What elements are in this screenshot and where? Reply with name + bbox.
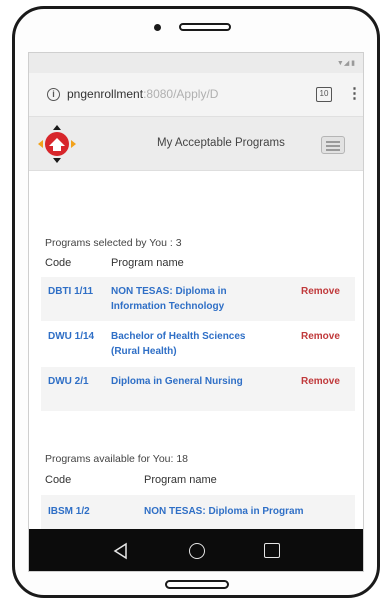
selected-code-header: Code bbox=[45, 257, 72, 269]
phone-screen: ▼◢ ▮ i pngenrollment:8080/Apply/D 10 ⋮ M… bbox=[28, 52, 364, 572]
selected-programs-heading: Programs selected by You : 3 bbox=[45, 237, 182, 249]
status-icons: ▼◢ ▮ bbox=[336, 60, 355, 67]
available-name-header: Program name bbox=[144, 474, 217, 486]
page-title: My Acceptable Programs bbox=[157, 137, 285, 149]
android-nav-bar bbox=[29, 529, 363, 571]
available-code-header: Code bbox=[45, 474, 72, 486]
program-name-link[interactable]: Bachelor of Health Sciences (Rural Healt… bbox=[111, 329, 271, 359]
earpiece-speaker bbox=[179, 23, 231, 31]
program-code-link[interactable]: DWU 2/1 bbox=[48, 374, 98, 389]
program-name-link[interactable]: NON TESAS: Diploma in Information Techno… bbox=[111, 284, 271, 314]
remove-button[interactable]: Remove bbox=[301, 374, 340, 389]
available-row: IBSM 1/2 NON TESAS: Diploma in Program bbox=[41, 495, 355, 529]
hamburger-menu-icon[interactable] bbox=[321, 136, 345, 154]
status-bar: ▼◢ ▮ bbox=[29, 53, 363, 73]
program-code-link[interactable]: DWU 1/14 bbox=[48, 329, 98, 344]
url-text[interactable]: pngenrollment:8080/Apply/D bbox=[67, 87, 297, 101]
phone-frame: ▼◢ ▮ i pngenrollment:8080/Apply/D 10 ⋮ M… bbox=[12, 6, 380, 598]
program-code-link[interactable]: IBSM 1/2 bbox=[48, 504, 128, 519]
front-camera bbox=[154, 24, 161, 31]
home-icon[interactable] bbox=[189, 543, 205, 559]
selected-row: DBTI 1/11 NON TESAS: Diploma in Informat… bbox=[41, 277, 355, 321]
selected-row: DWU 2/1 Diploma in General Nursing Remov… bbox=[41, 367, 355, 411]
url-host: pngenrollment bbox=[67, 87, 144, 101]
recent-apps-icon[interactable] bbox=[264, 543, 280, 558]
app-logo[interactable] bbox=[37, 124, 77, 164]
program-name-link[interactable]: Diploma in General Nursing bbox=[111, 374, 301, 389]
available-programs-heading: Programs available for You: 18 bbox=[45, 453, 189, 465]
remove-button[interactable]: Remove bbox=[301, 329, 340, 344]
info-icon[interactable]: i bbox=[47, 88, 60, 101]
selected-row: DWU 1/14 Bachelor of Health Sciences (Ru… bbox=[41, 323, 355, 365]
back-icon[interactable] bbox=[111, 541, 131, 561]
selected-name-header: Program name bbox=[111, 257, 184, 269]
program-name-link[interactable]: NON TESAS: Diploma in Program bbox=[144, 504, 354, 519]
home-button[interactable] bbox=[165, 580, 229, 589]
remove-button[interactable]: Remove bbox=[301, 284, 340, 299]
browser-menu-icon[interactable]: ⋮ bbox=[347, 85, 362, 103]
app-header: My Acceptable Programs bbox=[29, 117, 363, 171]
program-code-link[interactable]: DBTI 1/11 bbox=[48, 284, 98, 299]
browser-url-bar[interactable]: i pngenrollment:8080/Apply/D 10 ⋮ bbox=[29, 73, 363, 117]
url-path: :8080/Apply/D bbox=[143, 87, 219, 101]
tabs-icon[interactable]: 10 bbox=[316, 87, 332, 102]
